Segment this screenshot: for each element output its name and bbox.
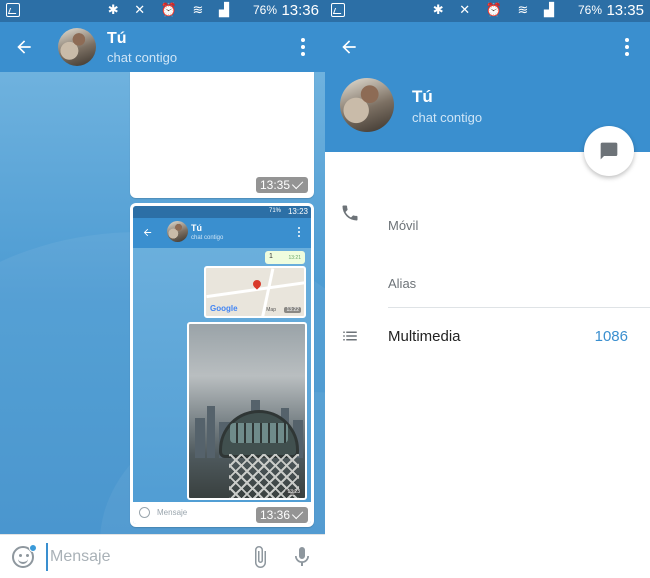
mini-subtitle: chat contigo [191,235,224,241]
screenshot-message[interactable]: 71% 13:23 Tú chat contigo 1 13:21 Google… [130,203,314,527]
read-check-icon [291,507,304,520]
message-time: 13:35 [255,177,308,193]
mini-app-bar [133,218,311,248]
multimedia-label[interactable]: Multimedia [388,328,461,345]
chat-bubble-icon [600,142,618,160]
app-root: ✱ ✕ ⏰ ≋ ▟ 76% 13:36 Tú chat contigo 13:3… [0,0,650,578]
mini-title: Tú [191,223,202,233]
phone-icon [342,205,358,221]
message-bubble[interactable]: 13:35 [130,72,314,198]
status-icons: ✱ ✕ ⏰ ≋ ▟ [432,2,560,17]
gallery-notification-icon [6,3,20,17]
mini-emoji-icon [139,507,150,518]
phone-label[interactable]: Móvil [388,218,418,233]
microphone-icon[interactable] [290,545,314,569]
chat-screen: ✱ ✕ ⏰ ≋ ▟ 76% 13:36 Tú chat contigo 13:3… [0,0,325,578]
message-time: 13:36 [256,507,309,523]
mini-avatar [167,221,188,242]
status-bar: ✱ ✕ ⏰ ≋ ▟ 76% 13:35 [325,0,650,22]
avatar[interactable] [58,28,96,66]
profile-title: Tú [412,87,433,106]
back-arrow-icon[interactable] [14,37,34,57]
gallery-notification-icon [331,3,345,17]
send-message-fab[interactable] [584,126,634,176]
battery-level: 76% [577,3,602,17]
divider [388,307,650,308]
mini-photo-bubble: 13:23 [187,322,307,500]
embedded-screenshot: 71% 13:23 Tú chat contigo 1 13:21 Google… [133,206,311,524]
status-bar: ✱ ✕ ⏰ ≋ ▟ 76% 13:36 [0,0,325,22]
chat-title[interactable]: Tú [107,30,127,48]
chat-app-bar: Tú chat contigo [0,22,325,72]
emoji-badge [29,544,37,552]
more-vertical-icon[interactable] [300,38,306,56]
map-data-label: Map [266,307,276,313]
mini-status-bar: 71% 13:23 [133,206,311,218]
list-icon [343,331,357,341]
more-vertical-icon[interactable] [624,38,630,56]
profile-avatar[interactable] [340,78,394,132]
battery-level: 76% [252,3,277,17]
profile-screen: ✱ ✕ ⏰ ≋ ▟ 76% 13:35 Tú chat contigo Móvi… [325,0,650,578]
status-icons: ✱ ✕ ⏰ ≋ ▟ [107,2,235,17]
status-time: 13:35 [606,2,644,19]
alias-label[interactable]: Alias [388,276,416,291]
mini-more-vertical-icon [297,227,300,237]
profile-subtitle: chat contigo [412,110,483,125]
message-input-bar [0,534,325,578]
mini-text-bubble: 1 13:21 [265,251,305,264]
chat-subtitle: chat contigo [107,50,178,65]
status-time: 13:36 [281,2,319,19]
paperclip-icon[interactable] [248,545,272,569]
back-arrow-icon[interactable] [339,37,359,57]
multimedia-count[interactable]: 1086 [595,328,628,345]
map-brand: Google [210,304,238,313]
message-input[interactable] [46,543,236,571]
mini-back-arrow-icon [143,228,152,237]
read-check-icon [291,177,304,190]
mini-map-bubble: Google Map 13:22 [204,266,306,318]
